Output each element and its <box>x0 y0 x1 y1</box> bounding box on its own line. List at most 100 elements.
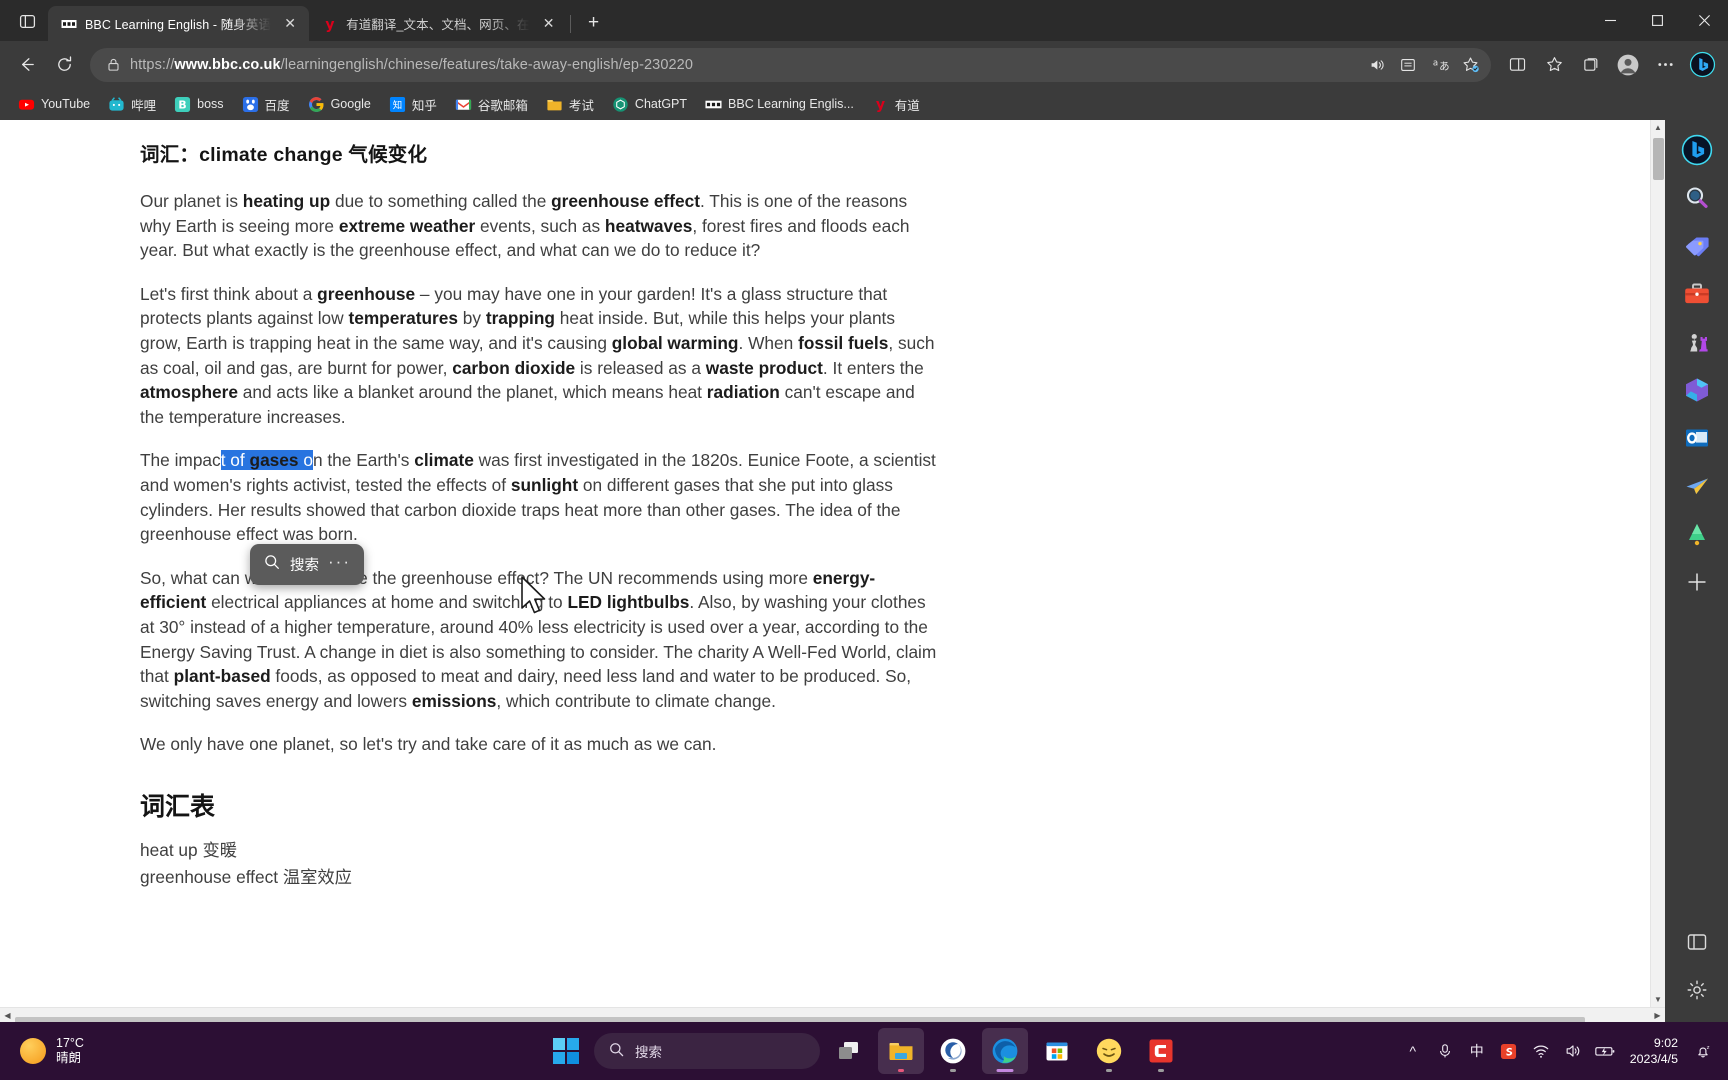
article-paragraph-2: Let's first think about a greenhouse – y… <box>140 283 935 427</box>
sidebar-item-holiday[interactable] <box>1675 512 1719 556</box>
sidebar-item-microsoft-365[interactable] <box>1675 368 1719 412</box>
bookmark-chatgpt[interactable]: ChatGPT <box>604 92 695 117</box>
taskbar-app-camtasia[interactable] <box>1138 1028 1184 1074</box>
collections-button[interactable] <box>1573 47 1609 83</box>
scroll-up-arrow[interactable]: ▲ <box>1651 120 1665 135</box>
bookmark-youdao[interactable]: y 有道 <box>864 91 928 118</box>
sidebar-item-games[interactable] <box>1675 320 1719 364</box>
new-tab-button[interactable]: + <box>577 8 611 38</box>
microphone-icon[interactable] <box>1430 1031 1460 1071</box>
scroll-down-arrow[interactable]: ▼ <box>1651 992 1665 1007</box>
notification-bell-icon[interactable]: z <box>1688 1031 1718 1071</box>
close-window-button[interactable] <box>1681 0 1728 41</box>
address-bar[interactable]: https://www.bbc.co.uk/learningenglish/ch… <box>90 47 1491 82</box>
file-explorer-icon <box>889 1043 913 1060</box>
sidebar-item-outlook[interactable] <box>1675 416 1719 460</box>
url-path: /learningenglish/chinese/features/take-a… <box>280 56 694 73</box>
taskbar-clock[interactable]: 9:02 2023/4/5 <box>1622 1035 1686 1067</box>
bookmark-label: 考试 <box>568 98 594 113</box>
sidebar-item-send[interactable] <box>1675 464 1719 508</box>
outlook-icon <box>1685 429 1708 447</box>
translate-icon[interactable]: a あ <box>1424 51 1454 79</box>
article-heading: 词汇：climate change 气候变化 <box>140 144 428 166</box>
sidebar-item-tools[interactable] <box>1675 272 1719 316</box>
more-settings-icon <box>1657 63 1673 66</box>
bookmark-boss[interactable]: B boss <box>166 92 231 117</box>
taskbar-app-microsoft-edge[interactable] <box>982 1028 1028 1074</box>
start-button[interactable] <box>544 1029 588 1073</box>
boss-icon: B <box>174 96 191 113</box>
bookmark-bilibili[interactable]: 哔哩 <box>100 91 164 118</box>
settings-and-more-button[interactable] <box>1647 47 1683 83</box>
sidebar-item-shopping[interactable] <box>1675 224 1719 268</box>
bookmark-youtube[interactable]: YouTube <box>10 92 98 117</box>
ime-language-indicator[interactable]: 中 <box>1462 1031 1492 1071</box>
taskbar-app-emoji[interactable] <box>1086 1028 1132 1074</box>
svg-text:知: 知 <box>393 99 402 111</box>
taskbar-app-task-view[interactable] <box>826 1028 872 1074</box>
sidebar-item-bing-copilot[interactable] <box>1675 128 1719 172</box>
svg-text:あ: あ <box>1439 60 1449 72</box>
taskbar-weather-widget[interactable]: 17°C 晴朗 <box>0 1036 84 1066</box>
taskbar-app-sogou[interactable] <box>930 1028 976 1074</box>
copilot-button[interactable] <box>1684 47 1720 83</box>
url-domain: www.bbc.co.uk <box>174 56 281 73</box>
tray-overflow-chevron[interactable]: ^ <box>1398 1031 1428 1071</box>
mini-toolbar-search-label[interactable]: 搜索 <box>290 554 319 575</box>
bookmark-gmail[interactable]: 谷歌邮箱 <box>447 91 536 118</box>
bookmark-google[interactable]: Google <box>300 92 379 117</box>
sidebar-item-browser-essentials[interactable] <box>1675 920 1719 964</box>
search-icon <box>1686 187 1708 208</box>
back-button[interactable] <box>8 47 44 83</box>
profile-button[interactable] <box>1610 47 1646 83</box>
immersive-reader-icon[interactable] <box>1393 51 1423 79</box>
read-aloud-icon[interactable] <box>1362 51 1392 79</box>
bookmark-label: BBC Learning Englis... <box>728 97 854 111</box>
tab-youdao-translate[interactable]: y 有道翻译_文本、文档、网页、在 ✕ <box>309 6 567 41</box>
web-page-content[interactable]: 词汇：climate change 气候变化 Our planet is hea… <box>0 120 1650 1007</box>
sidebar-item-settings[interactable] <box>1675 968 1719 1012</box>
refresh-button[interactable] <box>46 47 82 83</box>
sidebar-item-search[interactable] <box>1675 176 1719 220</box>
bookmark-label: Google <box>330 97 371 111</box>
sogou-tray-icon[interactable] <box>1494 1031 1524 1071</box>
split-screen-button[interactable] <box>1499 47 1535 83</box>
bookmarks-bar: YouTube 哔哩 B boss 百度 Google 知 知乎 谷歌邮箱 考试… <box>0 88 1728 120</box>
taskbar-app-microsoft-store[interactable] <box>1034 1028 1080 1074</box>
app-running-indicator <box>1158 1069 1164 1072</box>
page-horizontal-scrollbar[interactable]: ◀ ▶ <box>0 1007 1665 1022</box>
bookmark-baidu[interactable]: 百度 <box>234 91 298 118</box>
volume-icon[interactable] <box>1558 1031 1588 1071</box>
minimize-button[interactable] <box>1587 0 1634 41</box>
vertical-scroll-thumb[interactable] <box>1653 138 1664 180</box>
maximize-button[interactable] <box>1634 0 1681 41</box>
mini-toolbar-more-button[interactable]: ··· <box>328 552 351 578</box>
taskbar-center-group: 搜索 <box>544 1028 1184 1074</box>
page-vertical-scrollbar[interactable]: ▲ ▼ <box>1650 120 1665 1007</box>
bookmark-exam-folder[interactable]: 考试 <box>538 91 602 118</box>
tab-close-button[interactable]: ✕ <box>538 13 560 35</box>
scroll-right-arrow[interactable]: ▶ <box>1650 1011 1665 1020</box>
add-favorite-icon[interactable] <box>1455 51 1485 79</box>
weather-description: 晴朗 <box>56 1051 82 1065</box>
taskbar-app-file-explorer[interactable] <box>878 1028 924 1074</box>
tab-actions-button[interactable] <box>6 4 48 38</box>
sidebar-settings-icon <box>1687 980 1706 1000</box>
selection-mini-toolbar[interactable]: 搜索 ··· <box>250 544 364 585</box>
wifi-icon[interactable] <box>1526 1031 1556 1071</box>
microsoft-store-icon <box>1046 1042 1068 1061</box>
favorites-button[interactable] <box>1536 47 1572 83</box>
bookmark-bbc-learning-english[interactable]: BBC Learning Englis... <box>697 92 862 117</box>
taskbar-search-box[interactable]: 搜索 <box>594 1033 820 1069</box>
lock-icon[interactable] <box>100 57 126 72</box>
search-icon[interactable] <box>263 553 281 576</box>
app-running-indicator <box>1106 1069 1112 1072</box>
battery-icon[interactable] <box>1590 1031 1620 1071</box>
bookmark-zhihu[interactable]: 知 知乎 <box>381 91 445 118</box>
scroll-left-arrow[interactable]: ◀ <box>0 1011 15 1020</box>
sidebar-item-add[interactable] <box>1675 560 1719 604</box>
profile-icon <box>1617 54 1639 75</box>
tab-close-button[interactable]: ✕ <box>279 13 301 35</box>
edge-browser-window: BBC Learning English - 随身英语 ✕ y 有道翻译_文本、… <box>0 0 1728 1080</box>
tab-bbc-learning-english[interactable]: BBC Learning English - 随身英语 ✕ <box>48 6 310 41</box>
